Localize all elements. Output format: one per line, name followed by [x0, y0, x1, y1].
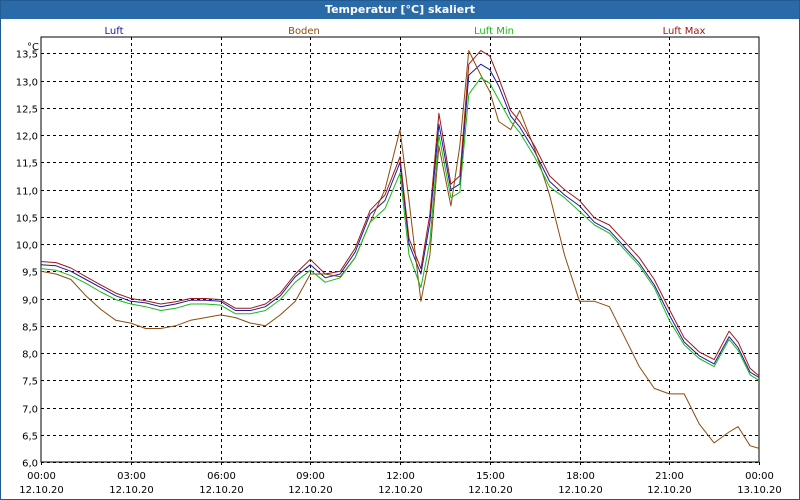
x-tick-time: 12:00	[386, 471, 415, 482]
axes	[40, 36, 760, 465]
y-tick-label: 9,0	[22, 296, 38, 307]
y-tick-label: 11,5	[16, 159, 38, 170]
x-tick-date: 12.10.20	[19, 485, 64, 496]
x-tick-date: 13.10.20	[737, 485, 782, 496]
temperature-chart: 6,0 6,5 7,0 7,5 8,0 8,5 9,0 9,5 10,0 10,5 11,0 11,5…	[16, 26, 782, 496]
x-tick-time: 15:00	[476, 471, 505, 482]
y-tick-label: 13,0	[16, 78, 38, 89]
x-tick-date: 12.10.20	[558, 485, 603, 496]
y-axis-unit: °C	[27, 42, 39, 53]
x-tick-date: 12.10.20	[647, 485, 692, 496]
x-tick-time: 09:00	[296, 471, 325, 482]
y-tick-label: 7,0	[22, 405, 38, 416]
legend-luft-max: Luft Max	[663, 26, 706, 37]
y-tick-label: 11,0	[16, 187, 38, 198]
y-tick-label: 10,0	[16, 241, 38, 252]
y-tick-label: 8,0	[22, 350, 38, 361]
y-tick-label: 6,0	[22, 459, 38, 470]
x-tick-time: 00:00	[745, 471, 774, 482]
chart-window: Temperatur [°C] skaliert 6,0 6,5 7,0 7,5 8,0…	[0, 0, 800, 500]
x-tick-time: 18:00	[566, 471, 595, 482]
y-tick-label: 6,5	[22, 432, 38, 443]
y-tick-label: 12,0	[16, 132, 38, 143]
x-tick-date: 12.10.20	[378, 485, 423, 496]
y-tick-label: 12,5	[16, 105, 38, 116]
legend-luft-min: Luft Min	[474, 26, 514, 37]
x-tick-time: 21:00	[655, 471, 684, 482]
legend-luft: Luft	[105, 26, 124, 37]
x-tick-date: 12.10.20	[109, 485, 154, 496]
legend: Luft Boden Luft Min Luft Max	[105, 26, 706, 37]
y-tick-label: 10,5	[16, 214, 38, 225]
y-tick-label: 8,5	[22, 323, 38, 334]
x-tick-date: 12.10.20	[199, 485, 244, 496]
x-tick-time: 06:00	[207, 471, 236, 482]
x-tick-labels: 00:00 12.10.20 03:00 12.10.20 06:00 12.10.20 0…	[19, 471, 782, 496]
x-tick-date: 12.10.20	[288, 485, 333, 496]
x-tick-time: 00:00	[27, 471, 56, 482]
x-tick-time: 03:00	[117, 471, 146, 482]
y-tick-label: 9,5	[22, 268, 38, 279]
x-tick-date: 12.10.20	[468, 485, 513, 496]
y-tick-label: 7,5	[22, 377, 38, 388]
grid	[41, 37, 759, 463]
legend-boden: Boden	[288, 26, 320, 37]
y-tick-labels: 6,0 6,5 7,0 7,5 8,0 8,5 9,0 9,5 10,0 10,5 11,0 11,5…	[16, 50, 38, 470]
